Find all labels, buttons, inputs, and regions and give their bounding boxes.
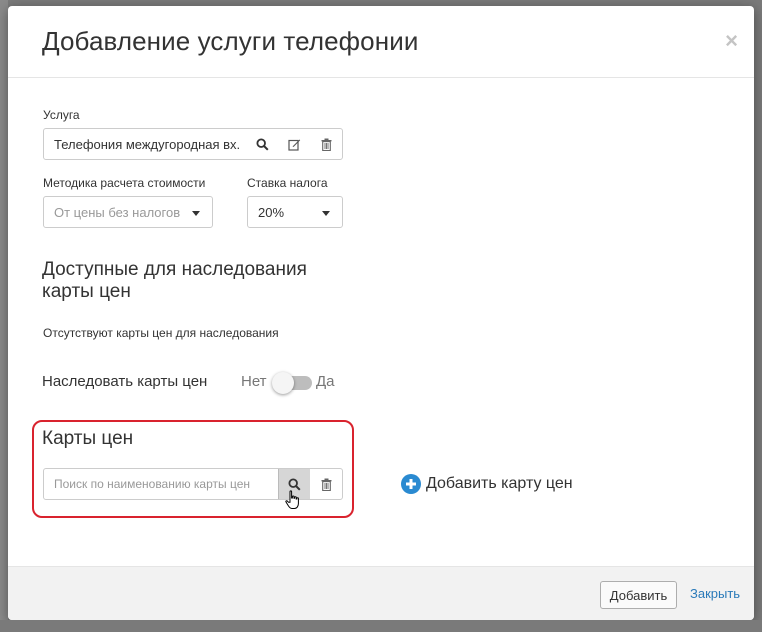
add-telephony-service-dialog: Добавление услуги телефонии × Услуга Тел…	[8, 6, 754, 620]
backdrop-bottom	[0, 620, 762, 632]
service-value[interactable]: Телефония междугородная вх.	[44, 137, 247, 152]
calc-method-placeholder: От цены без налогов	[54, 204, 181, 220]
calc-method-select[interactable]: От цены без налогов	[43, 196, 213, 228]
chevron-down-icon	[192, 211, 200, 216]
service-edit-button[interactable]	[278, 129, 310, 159]
service-search-button[interactable]	[247, 129, 279, 159]
price-card-clear-button[interactable]	[310, 469, 342, 499]
inherit-toggle-label: Наследовать карты цен	[42, 373, 208, 390]
trash-icon	[321, 138, 332, 151]
trash-icon	[321, 478, 332, 491]
service-label: Услуга	[43, 108, 80, 122]
tax-rate-label: Ставка налога	[247, 176, 328, 190]
modal-header: Добавление услуги телефонии ×	[8, 6, 754, 78]
inherit-section-title-line2: карты цен	[42, 281, 131, 302]
modal-backdrop	[0, 0, 8, 632]
no-inheritable-cards-text: Отсутствуют карты цен для наследования	[43, 326, 279, 340]
price-cards-title: Карты цен	[42, 428, 134, 449]
inherit-section-title: Доступные для наследования карты цен	[42, 259, 307, 303]
add-price-card-label: Добавить карту цен	[426, 475, 573, 492]
search-icon	[288, 477, 301, 491]
toggle-off-label: Нет	[241, 373, 267, 390]
close-icon[interactable]: ×	[725, 30, 738, 52]
add-button[interactable]: Добавить	[600, 581, 677, 609]
hand-cursor-icon	[285, 490, 299, 509]
tax-rate-value: 20%	[258, 204, 285, 220]
modal-title: Добавление услуги телефонии	[42, 26, 419, 56]
close-link[interactable]: Закрыть	[690, 586, 740, 601]
tax-rate-select[interactable]: 20%	[247, 196, 343, 228]
service-field: Телефония междугородная вх.	[43, 128, 343, 160]
edit-icon	[288, 139, 301, 151]
add-price-card-link[interactable]: Добавить карту цен	[401, 474, 573, 494]
search-icon	[256, 137, 269, 151]
price-card-search-input[interactable]: Поиск по наименованию карты цен	[44, 477, 278, 491]
service-delete-button[interactable]	[310, 129, 342, 159]
toggle-on-label: Да	[316, 373, 335, 390]
inherit-toggle-knob[interactable]	[272, 372, 294, 394]
chevron-down-icon	[322, 211, 330, 216]
calc-method-label: Методика расчета стоимости	[43, 176, 206, 190]
inherit-section-title-line1: Доступные для наследования	[42, 259, 307, 280]
plus-circle-icon	[401, 474, 421, 494]
